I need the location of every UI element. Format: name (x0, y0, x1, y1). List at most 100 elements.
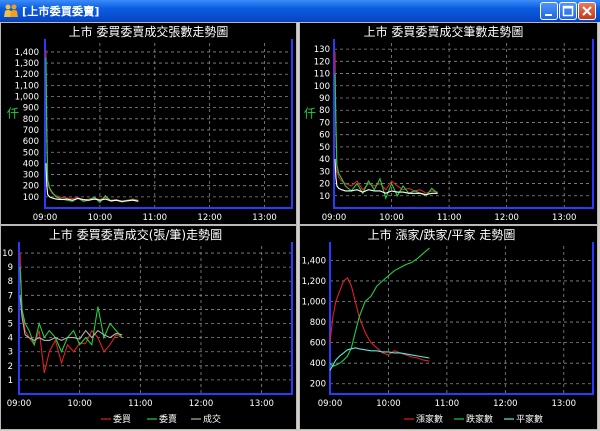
y-tick-label: 1,200 (302, 277, 326, 287)
minimize-button[interactable] (540, 2, 558, 20)
x-tick-label: 09:00 (322, 213, 347, 223)
people-icon (3, 3, 19, 19)
chart-advance-decline: 上市 漲家/跌家/平家 走勢圖 200 400 600 800 1,000 1,200 1,4… (302, 227, 594, 425)
y-tick-label: 600 (310, 339, 326, 349)
chart-title: 上市 委買委賣成交筆數走勢圖 (364, 24, 524, 39)
y-tick-label: 100 (23, 193, 39, 203)
y-tick-label: 10 (319, 192, 330, 202)
chart-orders: 上市 委買委賣成交筆數走勢圖 10 20 30 40 50 60 70 80 90 100 110 12… (304, 24, 594, 223)
chart-ratio: 上市 委買委賣成交(張/筆)走勢圖 1 2 3 4 5 6 7 8 9 10 09:00 10:00 11… (2, 227, 293, 425)
chart-title: 上市 委買委賣成交(張/筆)走勢圖 (49, 227, 222, 242)
y-tick-label: 3 (8, 348, 13, 358)
chart-panel-volume: 上市 委買委賣成交張數走勢圖 100 200 300 400 500 600 700 800 90… (0, 22, 297, 225)
x-tick-label: 11:00 (143, 213, 168, 223)
x-tick-label: 11:00 (128, 399, 153, 409)
y-tick-label: 1 (8, 376, 13, 386)
y-tick-label: 900 (23, 104, 39, 114)
maximize-button[interactable] (559, 2, 577, 20)
x-tick-label: 10:00 (376, 399, 401, 409)
x-tick-label: 11:00 (435, 399, 460, 409)
x-tick-label: 11:00 (437, 213, 462, 223)
y-tick-label: 1,100 (15, 81, 39, 91)
y-tick-label: 80 (319, 106, 330, 116)
x-tick-label: 10:00 (379, 213, 404, 223)
x-tick-label: 12:00 (494, 213, 519, 223)
y-tick-label: 7 (8, 291, 13, 301)
chart-title: 上市 委買委賣成交張數走勢圖 (69, 24, 229, 39)
app-window: [上市委買委賣] 上市 委買委賣成交張數走勢圖 100 200 300 400 500 60… (0, 0, 600, 430)
maximize-icon (562, 5, 574, 17)
y-tick-label: 300 (23, 171, 39, 181)
chart-panel-orders: 上市 委買委賣成交筆數走勢圖 10 20 30 40 50 60 70 80 90 100 110 12… (299, 22, 598, 225)
y-tick-label: 6 (8, 305, 13, 315)
title-bar[interactable]: [上市委買委賣] (0, 0, 600, 22)
y-tick-label: 130 (314, 45, 330, 55)
series-line-1 (334, 51, 438, 194)
y-tick-label: 50 (319, 143, 330, 153)
y-tick-label: 700 (23, 126, 39, 136)
y-tick-label: 90 (319, 94, 330, 104)
y-tick-label: 110 (314, 70, 330, 80)
y-tick-label: 5 (8, 320, 13, 330)
y-tick-label: 10 (2, 249, 13, 259)
window-title: [上市委買委賣] (22, 5, 100, 18)
close-button[interactable] (578, 2, 596, 20)
y-tick-label: 8 (8, 277, 13, 287)
x-tick-label: 09:00 (7, 399, 32, 409)
y-tick-label: 800 (23, 115, 39, 125)
series-line-1 (329, 277, 430, 362)
x-tick-label: 13:00 (249, 399, 274, 409)
y-tick-label: 200 (310, 380, 326, 390)
chart-panel-ratio: 上市 委買委賣成交(張/筆)走勢圖 1 2 3 4 5 6 7 8 9 10 09:00 10:00 11… (0, 225, 297, 430)
x-tick-label: 12:00 (197, 213, 222, 223)
y-tick-label: 1,300 (15, 59, 39, 69)
series-line-1 (45, 49, 139, 202)
y-tick-label: 60 (319, 131, 330, 141)
y-tick-label: 9 (8, 263, 13, 273)
legend-label: 跌家數 (466, 413, 493, 425)
y-tick-label: 120 (314, 57, 330, 67)
y-tick-label: 200 (23, 182, 39, 192)
series-line-1 (19, 252, 123, 374)
y-axis-unit-label: 仟 (7, 107, 19, 121)
x-tick-label: 10:00 (67, 399, 92, 409)
y-tick-label: 1,000 (15, 93, 39, 103)
y-tick-label: 1,400 (302, 256, 326, 266)
y-tick-label: 4 (8, 334, 13, 344)
y-tick-label: 30 (319, 167, 330, 177)
legend-label: 漲家數 (416, 413, 443, 425)
series-line-3 (45, 163, 139, 202)
y-tick-label: 20 (319, 180, 330, 190)
y-tick-label: 100 (314, 82, 330, 92)
y-tick-label: 800 (310, 318, 326, 328)
series-line-2 (334, 73, 438, 200)
legend-label: 成交 (203, 413, 221, 425)
x-tick-label: 09:00 (318, 399, 343, 409)
legend-label: 平家數 (516, 413, 543, 425)
legend-label: 委買 (113, 413, 131, 425)
x-tick-label: 13:00 (552, 399, 577, 409)
x-tick-label: 12:00 (189, 399, 214, 409)
y-tick-label: 400 (310, 359, 326, 369)
series-line-2 (329, 247, 430, 367)
y-tick-label: 70 (319, 118, 330, 128)
chart-volume: 上市 委買委賣成交張數走勢圖 100200300 40050060070080090… (7, 24, 293, 223)
series-line-2 (19, 267, 123, 354)
y-tick-label: 500 (23, 148, 39, 158)
y-tick-label: 40 (319, 155, 330, 165)
chart-title: 上市 漲家/跌家/平家 走勢圖 (368, 227, 516, 242)
minimize-icon (545, 14, 552, 16)
y-tick-label: 400 (23, 159, 39, 169)
y-tick-label: 1,000 (302, 298, 326, 308)
y-tick-label: 1,200 (15, 70, 39, 80)
y-tick-label: 2 (8, 362, 13, 372)
x-tick-label: 12:00 (493, 399, 518, 409)
x-tick-label: 13:00 (552, 213, 577, 223)
x-tick-label: 13:00 (252, 213, 277, 223)
legend-label: 委賣 (159, 413, 177, 425)
close-icon (582, 6, 592, 16)
y-tick-label: 1,400 (15, 48, 39, 58)
y-axis-unit-label: 仟 (304, 107, 316, 121)
x-tick-label: 09:00 (33, 213, 58, 223)
x-tick-label: 10:00 (88, 213, 113, 223)
